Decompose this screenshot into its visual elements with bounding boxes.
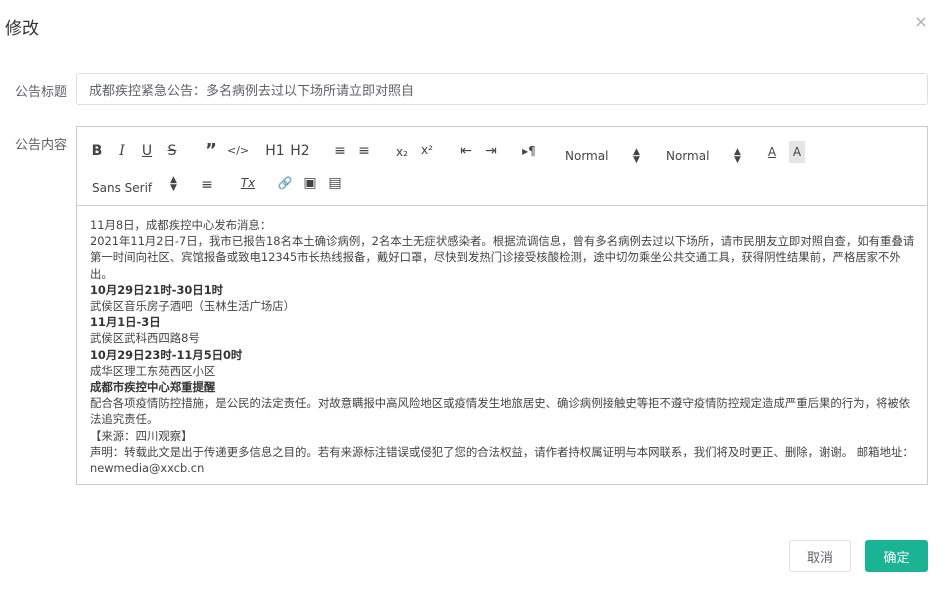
code-block-button[interactable]: </>	[227, 140, 249, 162]
indent-button[interactable]: ⇥	[482, 140, 500, 162]
content-line: 11月8日，成都疾控中心发布消息：	[90, 218, 272, 232]
align-button[interactable]: ≡	[198, 174, 216, 196]
size-picker[interactable]: Normal ▲ ▼	[565, 145, 640, 167]
content-line: 成华区理工东苑西区小区	[90, 363, 216, 378]
content-line: 配合各项疫情防控措施，是公民的法定责任。对故意瞒报中高风险地区或疫情发生地旅居史…	[90, 396, 911, 427]
content-line-bold: 成都市疾控中心郑重提醒	[90, 380, 216, 395]
font-picker[interactable]: Sans Serif ▲ ▼	[92, 175, 178, 199]
title-label: 公告标题	[15, 85, 68, 100]
content-line-bold: 10月29日21时-30日1时	[90, 282, 224, 297]
bold-button[interactable]: B	[89, 140, 105, 162]
header-picker-label: Normal	[666, 149, 710, 163]
ordered-list-button[interactable]: ≡	[331, 140, 349, 162]
content-line: 武侯区武科西四路8号	[90, 331, 200, 346]
editor-toolbar: B I U S ” </> H1 H2 ≡ ≡ x₂ x² ⇤ ⇥ ▸¶ Nor…	[77, 127, 927, 206]
underline-button[interactable]: U	[139, 140, 155, 162]
header-picker-arrow-icon: ▲ ▼	[734, 147, 741, 165]
content-line: 武侯区音乐房子酒吧（玉林生活广场店）	[90, 299, 296, 314]
bullet-list-button[interactable]: ≡	[355, 140, 373, 162]
direction-button[interactable]: ▸¶	[518, 140, 540, 162]
clean-format-button[interactable]: Tx	[238, 172, 258, 194]
content-line: 【来源：四川观察】	[90, 428, 193, 443]
content-line: 2021年11月2日-7日，我市已报告18名本土确诊病例，2名本土无症状感染者。…	[90, 234, 915, 281]
content-label: 公告内容	[15, 138, 68, 153]
link-button[interactable]: 🔗	[276, 172, 294, 194]
outdent-button[interactable]: ⇤	[457, 140, 475, 162]
content-line-bold: 11月1日-3日	[90, 315, 161, 330]
video-button[interactable]: ▤	[326, 172, 344, 194]
superscript-button[interactable]: x²	[418, 139, 436, 161]
cancel-button[interactable]: 取消	[789, 540, 851, 572]
font-picker-label: Sans Serif	[92, 181, 153, 195]
strike-button[interactable]: S	[164, 140, 180, 162]
close-icon[interactable]: ×	[912, 13, 930, 31]
content-line: 成都市疾控中心郑重提醒	[90, 379, 916, 395]
title-input[interactable]	[76, 73, 928, 105]
image-button[interactable]: ▣	[301, 172, 319, 194]
confirm-button[interactable]: 确定	[865, 540, 928, 572]
content-line-bold: 10月29日23时-11月5日0时	[90, 347, 243, 362]
subscript-button[interactable]: x₂	[393, 141, 411, 163]
size-picker-label: Normal	[565, 149, 609, 163]
rich-text-editor: B I U S ” </> H1 H2 ≡ ≡ x₂ x² ⇤ ⇥ ▸¶ Nor…	[76, 126, 928, 485]
background-color-button[interactable]: A	[789, 141, 805, 163]
content-line: 11月1日-3日	[90, 314, 916, 330]
header-picker[interactable]: Normal ▲ ▼	[666, 145, 741, 167]
font-picker-arrow-icon: ▲ ▼	[170, 175, 177, 193]
size-picker-arrow-icon: ▲ ▼	[633, 147, 640, 165]
blockquote-button[interactable]: ”	[202, 140, 220, 162]
editor-content[interactable]: 11月8日，成都疾控中心发布消息： 2021年11月2日-7日，我市已报告18名…	[90, 217, 916, 476]
content-line: 10月29日21时-30日1时	[90, 282, 916, 298]
header-2-button[interactable]: H2	[290, 140, 310, 162]
dialog-title: 修改	[5, 19, 39, 39]
font-color-button[interactable]: A	[764, 141, 780, 163]
header-1-button[interactable]: H1	[265, 140, 285, 162]
italic-button[interactable]: I	[114, 140, 130, 162]
content-line: 10月29日23时-11月5日0时	[90, 347, 916, 363]
content-line: 声明：转载此文是出于传递更多信息之目的。若有来源标注错误或侵犯了您的合法权益，请…	[90, 444, 914, 476]
